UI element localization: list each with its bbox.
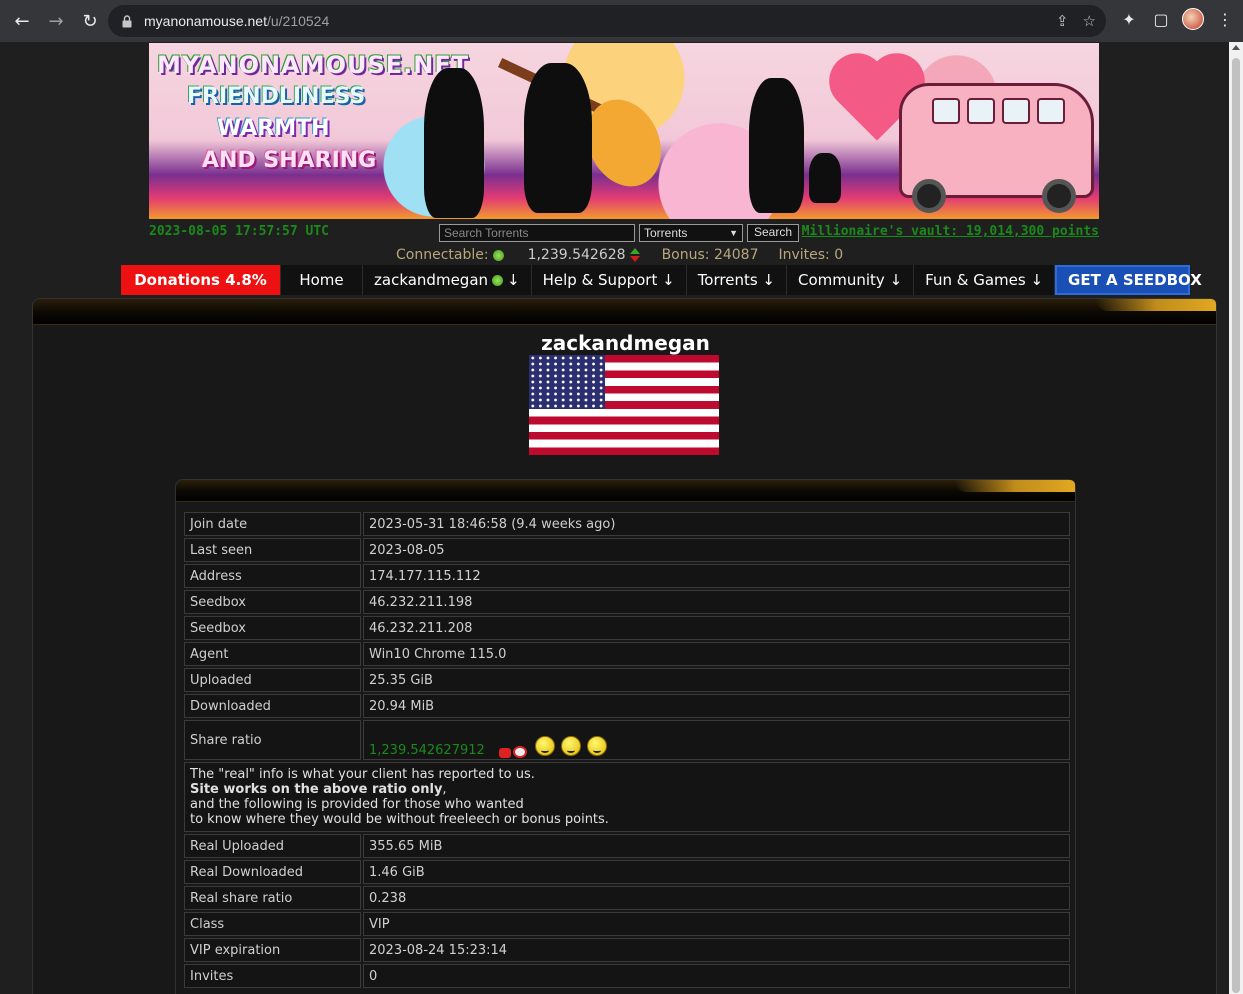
table-row: Join date 2023-05-31 18:46:58 (9.4 weeks …	[184, 512, 1070, 536]
menu-user[interactable]: zackandmegan ↓	[363, 265, 532, 295]
side-panel-icon[interactable]: ▢	[1150, 10, 1172, 29]
forward-icon[interactable]: →	[40, 5, 72, 37]
table-row: Real Downloaded 1.46 GiB	[184, 860, 1070, 884]
table-row: Seedbox 46.232.211.208	[184, 616, 1070, 640]
table-row: Uploaded 25.35 GiB	[184, 668, 1070, 692]
table-row: VIP expiration 2023-08-24 15:23:14	[184, 938, 1070, 962]
extensions-icon[interactable]: ✦	[1118, 10, 1140, 29]
server-clock: 2023-08-05 17:57:57 UTC	[149, 224, 330, 239]
menu-community[interactable]: Community ↓	[787, 265, 915, 295]
chevron-down-icon: ▼	[729, 228, 738, 238]
profile-details-box: Join date 2023-05-31 18:46:58 (9.4 weeks …	[175, 479, 1076, 994]
us-flag-icon	[529, 355, 719, 455]
guitarist-smiley-icon	[586, 736, 607, 756]
invites-count[interactable]: Invites: 0	[778, 247, 843, 263]
table-row: Seedbox 46.232.211.198	[184, 590, 1070, 614]
connectable-status-icon	[492, 275, 504, 286]
bonus-points[interactable]: Bonus: 24087	[662, 247, 759, 263]
browser-toolbar: ← → ↻ myanonamouse.net/u/210524 ⇪ ☆ ✦ ▢ …	[0, 0, 1243, 42]
van-illustration	[899, 83, 1094, 213]
search-category-select[interactable]: Torrents ▼	[639, 224, 743, 242]
lock-icon[interactable]	[120, 14, 134, 28]
millionaires-vault-link[interactable]: Millionaire's vault: 19,014,300 points	[802, 224, 1099, 239]
table-row: Agent Win10 Chrome 115.0	[184, 642, 1070, 666]
search-button[interactable]: Search	[747, 224, 799, 242]
connectable-status-icon	[492, 249, 504, 261]
site-banner[interactable]: MYANONAMOUSE.NET FRIENDLINESS WARMTH AND…	[149, 43, 1099, 219]
reload-icon[interactable]: ↻	[74, 5, 106, 37]
menu-kebab-icon[interactable]: ⋮	[1214, 10, 1236, 29]
drummer-icon	[498, 736, 529, 758]
search-input[interactable]: Search Torrents	[439, 224, 635, 242]
table-row: Share ratio 1,239.542627912	[184, 720, 1070, 760]
table-row: Last seen 2023-08-05	[184, 538, 1070, 562]
table-row: Address 174.177.115.112	[184, 564, 1070, 588]
dancer-silhouette-1	[424, 68, 484, 218]
scroll-up-icon[interactable]	[1232, 45, 1240, 50]
scrollbar-thumb[interactable]	[1232, 58, 1240, 993]
page-scrollbar[interactable]	[1229, 42, 1243, 994]
up-down-arrow-icon	[629, 248, 640, 262]
page-content: MYANONAMOUSE.NET FRIENDLINESS WARMTH AND…	[0, 42, 1229, 994]
get-seedbox-button[interactable]: GET A SEEDBOX	[1055, 265, 1202, 295]
banner-logo: MYANONAMOUSE.NET FRIENDLINESS WARMTH AND…	[157, 51, 470, 173]
user-stats: Connectable: 1,239.542628 Bonus: 24087 I…	[396, 245, 843, 265]
ratio-smileys	[498, 736, 607, 758]
table-row: Real share ratio 0.238	[184, 886, 1070, 910]
dancer-silhouette-2	[524, 63, 592, 213]
header-ratio: 1,239.542628	[527, 247, 626, 263]
share-icon[interactable]: ⇪	[1056, 12, 1069, 30]
smiley-icon	[534, 736, 555, 756]
table-row: Invites 0	[184, 964, 1070, 988]
table-row: Class VIP	[184, 912, 1070, 936]
profile-details-table: Join date 2023-05-31 18:46:58 (9.4 weeks …	[182, 510, 1072, 990]
back-icon[interactable]: ←	[6, 5, 38, 37]
url-text: myanonamouse.net/u/210524	[144, 13, 330, 29]
mouse-silhouette	[809, 153, 841, 203]
share-ratio-value: 1,239.542627912	[369, 743, 485, 758]
main-menu: Donations 4.8% Home zackandmegan ↓ Help &…	[121, 265, 1202, 295]
table-row: Downloaded 20.94 MiB	[184, 694, 1070, 718]
menu-torrents[interactable]: Torrents ↓	[686, 265, 787, 295]
profile-panel: zackandmegan Join date 2023-05-31 18:46:5…	[32, 298, 1217, 994]
real-info-note: The "real" info is what your client has …	[184, 762, 1070, 832]
dancer-silhouette-3	[749, 78, 804, 213]
panel-header	[33, 299, 1216, 325]
profile-avatar[interactable]	[1182, 8, 1204, 30]
details-header	[176, 480, 1075, 502]
table-row: Real Uploaded 355.65 MiB	[184, 834, 1070, 858]
donations-button[interactable]: Donations 4.8%	[121, 265, 281, 295]
singer-smiley-icon	[560, 736, 581, 756]
menu-help-support[interactable]: Help & Support ↓	[531, 265, 687, 295]
address-bar[interactable]: myanonamouse.net/u/210524 ⇪ ☆	[108, 5, 1106, 37]
connectable-label: Connectable:	[396, 247, 489, 263]
bookmark-star-icon[interactable]: ☆	[1083, 12, 1096, 30]
profile-username: zackandmegan	[541, 331, 710, 355]
menu-home[interactable]: Home	[281, 265, 363, 295]
menu-fun-games[interactable]: Fun & Games ↓	[914, 265, 1056, 295]
